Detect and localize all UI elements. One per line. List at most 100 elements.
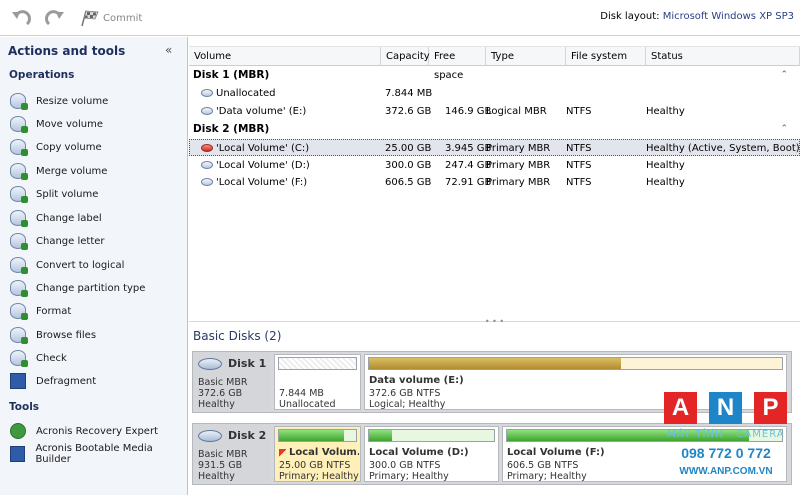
table-row[interactable]: 'Data volume' (E:) 372.6 GB 146.9 GB Log… <box>189 103 800 120</box>
partition-status: Unallocated <box>279 399 336 410</box>
column-header-type[interactable]: Type <box>486 47 566 66</box>
commit-label: Commit <box>103 12 143 24</box>
free-space-cell: 72.91 GB <box>445 177 492 188</box>
disk-2-info[interactable]: Disk 2 Basic MBR 931.5 GB Healthy <box>193 424 271 484</box>
partition-name: Local Volume (D:) <box>369 447 469 458</box>
sidebar-item-browse-files[interactable]: Browse files <box>10 325 185 345</box>
capacity-cell: 606.5 GB <box>385 177 432 188</box>
redo-button[interactable] <box>44 8 66 28</box>
type-cell: Primary MBR <box>486 177 551 188</box>
volume-icon <box>201 161 213 169</box>
table-row[interactable]: 'Local Volume' (D:) 300.0 GB 247.4 GB Pr… <box>189 157 800 174</box>
sidebar-item-label: Change letter <box>36 235 105 247</box>
disk-layout-link[interactable]: Microsoft Windows XP SP3 <box>663 11 794 22</box>
type-cell: Primary MBR <box>486 143 551 154</box>
partition-local-volume-d[interactable]: Local Volume (D:) 300.0 GB NTFS Primary;… <box>364 426 499 482</box>
checkered-flag-icon <box>81 10 99 27</box>
format-icon <box>10 303 28 320</box>
sidebar-item-convert-to-logical[interactable]: Convert to logical <box>10 255 185 275</box>
table-row[interactable]: 'Local Volume' (F:) 606.5 GB 72.91 GB Pr… <box>189 174 800 191</box>
table-row[interactable]: Unallocated 7.844 MB <box>189 85 800 102</box>
sidebar-item-defragment[interactable]: Defragment <box>10 371 185 391</box>
defragment-icon <box>10 373 26 389</box>
disk-size: 931.5 GB <box>198 460 243 471</box>
partition-size: 606.5 GB NTFS <box>507 460 579 471</box>
anp-watermark: A N P MÁY TÍNH - CAMERA 098 772 0 772 WW… <box>664 392 788 490</box>
free-space-cell: 3.945 GB <box>445 143 492 154</box>
file-system-cell: NTFS <box>566 160 592 171</box>
sidebar-item-label: Resize volume <box>36 95 109 107</box>
usage-bar <box>278 357 357 370</box>
watermark-letter: P <box>754 392 787 424</box>
partition-local-volume-c[interactable]: Local Volum... 25.00 GB NTFS Primary; He… <box>274 426 361 482</box>
hard-disk-icon <box>198 358 222 370</box>
redo-icon <box>45 10 64 26</box>
partition-unallocated[interactable]: 7.844 MB Unallocated <box>274 354 361 410</box>
column-header-status[interactable]: Status <box>646 47 800 66</box>
disk-1-info[interactable]: Disk 1 Basic MBR 372.6 GB Healthy <box>193 352 271 412</box>
sidebar-item-label: Format <box>36 305 72 317</box>
change-label-icon <box>10 210 28 227</box>
partition-status: Primary; Healthy <box>369 471 449 482</box>
partition-size: 300.0 GB NTFS <box>369 460 441 471</box>
tools-heading: Tools <box>9 401 40 413</box>
copy-volume-icon <box>10 139 28 156</box>
sidebar-item-check[interactable]: Check <box>10 348 185 368</box>
free-space-cell: 146.9 GB <box>445 106 492 117</box>
volume-icon <box>201 89 213 97</box>
disk-layout-label: Disk layout: <box>600 11 660 22</box>
file-system-cell: NTFS <box>566 177 592 188</box>
browse-files-icon <box>10 327 28 344</box>
sidebar-item-change-partition-type[interactable]: Change partition type <box>10 278 185 298</box>
table-row-selected[interactable]: 'Local Volume' (C:) 25.00 GB 3.945 GB Pr… <box>189 139 800 156</box>
group-header-disk-1[interactable]: Disk 1 (MBR) ⌃ <box>189 67 800 84</box>
commit-button[interactable]: Commit <box>80 8 144 28</box>
sidebar-item-label: Copy volume <box>36 141 102 153</box>
group-label: Disk 2 (MBR) <box>193 123 270 135</box>
volume-name: 'Local Volume' (D:) <box>216 160 310 171</box>
sidebar-item-media-builder[interactable]: Acronis Bootable Media Builder <box>10 443 185 465</box>
sidebar-item-split-volume[interactable]: Split volume <box>10 184 185 204</box>
column-header-file-system[interactable]: File system <box>566 47 646 66</box>
capacity-cell: 7.844 MB <box>385 88 433 99</box>
collapse-sidebar-icon[interactable]: « <box>165 43 172 57</box>
sidebar-item-label: Move volume <box>36 118 104 130</box>
collapse-group-icon[interactable]: ⌃ <box>780 67 788 84</box>
column-header-volume[interactable]: Volume <box>189 47 381 66</box>
disk-name: Disk 1 <box>228 357 267 370</box>
disk-name: Disk 2 <box>228 429 267 442</box>
usage-bar-fill <box>279 430 344 441</box>
sidebar-item-copy-volume[interactable]: Copy volume <box>10 137 185 157</box>
basic-disks-title: Basic Disks (2) <box>193 329 282 343</box>
type-cell: Logical MBR <box>486 106 547 117</box>
capacity-cell: 372.6 GB <box>385 106 432 117</box>
undo-button[interactable] <box>10 8 32 28</box>
partition-name: Local Volum... <box>289 447 359 458</box>
partition-name: Local Volume (F:) <box>507 447 605 458</box>
column-header-free-space[interactable]: Free space <box>429 47 486 81</box>
sidebar-item-format[interactable]: Format <box>10 301 185 321</box>
volume-name: 'Local Volume' (C:) <box>216 143 310 154</box>
watermark-phone: 098 772 0 772 <box>681 445 771 461</box>
sidebar-item-label: Acronis Recovery Expert <box>36 425 158 437</box>
move-volume-icon <box>10 116 28 133</box>
status-cell: Healthy (Active, System, Boot) <box>646 143 800 154</box>
sidebar-item-change-letter[interactable]: Change letter <box>10 231 185 251</box>
sidebar-item-move-volume[interactable]: Move volume <box>10 114 185 134</box>
sidebar-item-resize-volume[interactable]: Resize volume <box>10 91 185 111</box>
file-system-cell: NTFS <box>566 106 592 117</box>
sidebar-item-merge-volume[interactable]: Merge volume <box>10 161 185 181</box>
sidebar-item-recovery-expert[interactable]: Acronis Recovery Expert <box>10 421 185 441</box>
pane-splitter[interactable]: • • • <box>189 318 800 326</box>
column-header-capacity[interactable]: Capacity <box>381 47 430 66</box>
group-label: Disk 1 (MBR) <box>193 69 270 81</box>
sidebar-item-label: Convert to logical <box>36 259 125 271</box>
collapse-group-icon[interactable]: ⌃ <box>780 121 788 138</box>
sidebar-item-change-label[interactable]: Change label <box>10 208 185 228</box>
group-header-disk-2[interactable]: Disk 2 (MBR) ⌃ <box>189 121 800 138</box>
sidebar-item-label: Split volume <box>36 188 99 200</box>
sidebar-item-label: Merge volume <box>36 165 108 177</box>
partition-status: Primary; Healthy <box>279 471 359 482</box>
watermark-letter: A <box>664 392 697 424</box>
volume-icon <box>201 178 213 186</box>
